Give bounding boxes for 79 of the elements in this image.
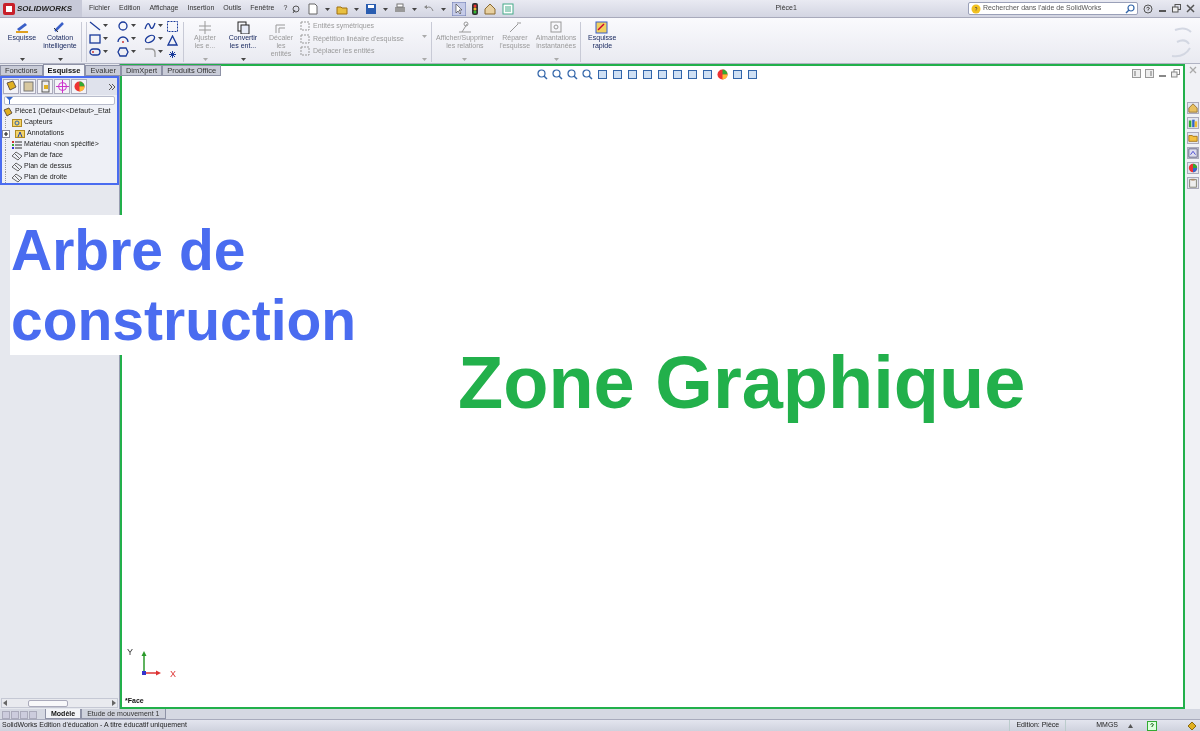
plane-icon: [12, 161, 22, 172]
rebuild-status-icon[interactable]: [1187, 720, 1197, 731]
horizontal-scrollbar[interactable]: [1, 698, 118, 708]
crosshair-icon[interactable]: [55, 80, 69, 93]
save-icon[interactable]: [365, 2, 378, 15]
plane-icon: [12, 150, 22, 161]
convert-icon: [235, 20, 251, 34]
material-icon: [12, 139, 22, 150]
caret-icon[interactable]: [130, 50, 136, 54]
line-icon[interactable]: [89, 21, 101, 31]
caret-icon[interactable]: [130, 24, 136, 28]
close-icon[interactable]: [1186, 4, 1195, 13]
caret-icon[interactable]: [103, 37, 108, 41]
scrollbar-thumb[interactable]: [28, 699, 68, 707]
filter-field[interactable]: [4, 96, 115, 105]
expander-icon[interactable]: [2, 129, 10, 138]
rectangle-icon[interactable]: [89, 34, 101, 44]
caret-icon[interactable]: [158, 50, 164, 54]
folder-icon[interactable]: [1186, 132, 1199, 144]
zoom-previous-icon[interactable]: [567, 69, 578, 80]
clipboard-icon[interactable]: [1186, 177, 1199, 189]
up-caret-icon[interactable]: [1128, 723, 1133, 728]
zoom-icon[interactable]: [582, 69, 593, 80]
caret-icon[interactable]: [158, 24, 164, 28]
polygon-icon[interactable]: [116, 47, 129, 57]
annotations-folder-icon: [15, 128, 25, 139]
restore-icon[interactable]: [1171, 69, 1180, 78]
library-icon[interactable]: [1186, 117, 1199, 129]
trim-icon: [197, 20, 213, 34]
search-icon: [1125, 3, 1135, 14]
slot-icon[interactable]: [89, 47, 101, 57]
appearance-icon[interactable]: [1186, 162, 1199, 174]
new-document-icon[interactable]: [307, 2, 320, 15]
callout-label: Zone Graphique: [458, 343, 1026, 423]
traffic-light-icon[interactable]: [472, 2, 479, 15]
plane-icon: [12, 172, 22, 183]
axis-label: X: [170, 669, 176, 679]
help-icon[interactable]: [1147, 720, 1157, 731]
arc-icon[interactable]: [116, 34, 129, 44]
caret-icon[interactable]: [240, 58, 246, 62]
house-icon[interactable]: [1186, 102, 1199, 114]
part-icon: [3, 106, 13, 117]
printer-icon[interactable]: [394, 2, 407, 15]
relations-icon: [456, 20, 473, 34]
property-icon[interactable]: [21, 80, 35, 93]
caret-icon[interactable]: [158, 37, 164, 41]
pin-icon[interactable]: [291, 3, 302, 14]
zoom-fit-icon[interactable]: [537, 69, 548, 80]
caret-icon[interactable]: [57, 58, 63, 62]
help-bubble-icon: [971, 3, 981, 14]
caret-icon[interactable]: [103, 24, 108, 28]
caret-icon[interactable]: [130, 37, 136, 41]
logo-icon: [3, 2, 15, 15]
pencil-icon: [14, 20, 30, 34]
quick-sketch-icon: [594, 20, 611, 34]
restore-icon[interactable]: [1172, 4, 1181, 13]
scroll-right-icon[interactable]: [111, 700, 117, 706]
zoom-area-icon[interactable]: [552, 69, 563, 80]
filter-icon: [6, 97, 13, 104]
appearance-icon[interactable]: [717, 69, 728, 80]
view-palette-icon[interactable]: [1186, 147, 1199, 159]
expand-chevron-icon[interactable]: [108, 82, 116, 91]
sensor-folder-icon: [12, 117, 22, 128]
caret-icon[interactable]: [103, 50, 108, 54]
configuration-icon[interactable]: [38, 80, 52, 93]
snap-icon: [548, 20, 565, 34]
app-logo-text: SOLIDWORKS: [17, 2, 73, 15]
house-options-icon[interactable]: [484, 2, 497, 15]
feature-tree-icon[interactable]: [4, 80, 18, 93]
circle-icon[interactable]: [116, 21, 129, 31]
axis-label: Y: [127, 647, 133, 657]
ellipse-icon[interactable]: [144, 34, 157, 44]
point-icon[interactable]: [167, 49, 178, 60]
help-icon[interactable]: [1143, 3, 1153, 14]
caret-icon[interactable]: [19, 58, 25, 62]
pointer-icon[interactable]: [452, 1, 467, 16]
scroll-left-icon[interactable]: [2, 700, 8, 706]
spline-icon[interactable]: [144, 21, 157, 31]
appearance-icon[interactable]: [72, 80, 86, 93]
